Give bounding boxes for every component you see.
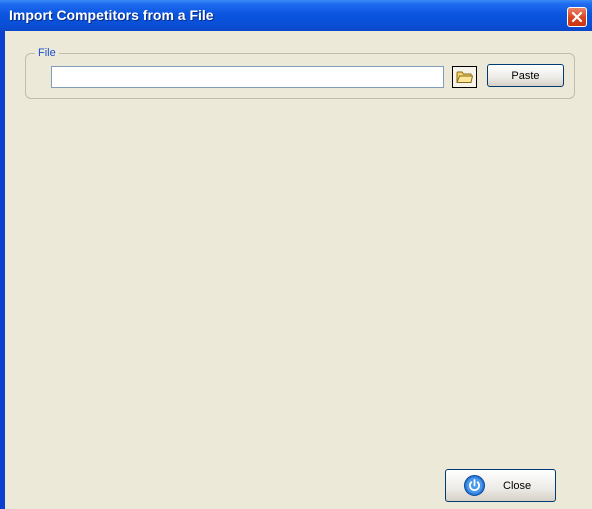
close-x-icon — [571, 11, 583, 23]
close-button-label: Close — [503, 479, 532, 492]
folder-icon — [456, 71, 473, 83]
power-icon — [464, 475, 485, 496]
close-button[interactable]: Close — [445, 469, 556, 502]
browse-button[interactable] — [452, 66, 477, 88]
window-title: Import Competitors from a File — [9, 7, 214, 23]
dialog-client-area: File Paste Close — [5, 31, 592, 509]
paste-button[interactable]: Paste — [487, 64, 564, 87]
file-group-label: File — [35, 47, 59, 59]
window-close-button[interactable] — [567, 7, 587, 27]
title-bar[interactable]: Import Competitors from a File — [0, 0, 592, 31]
file-path-input[interactable] — [51, 66, 444, 88]
